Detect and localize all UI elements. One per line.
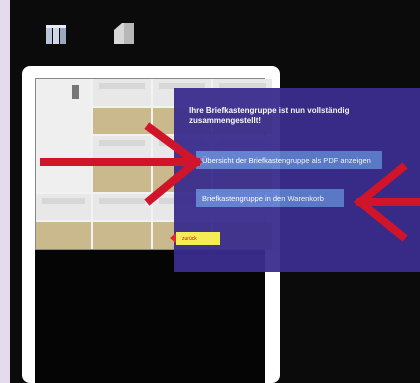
annotation-arrows: [40, 122, 420, 242]
